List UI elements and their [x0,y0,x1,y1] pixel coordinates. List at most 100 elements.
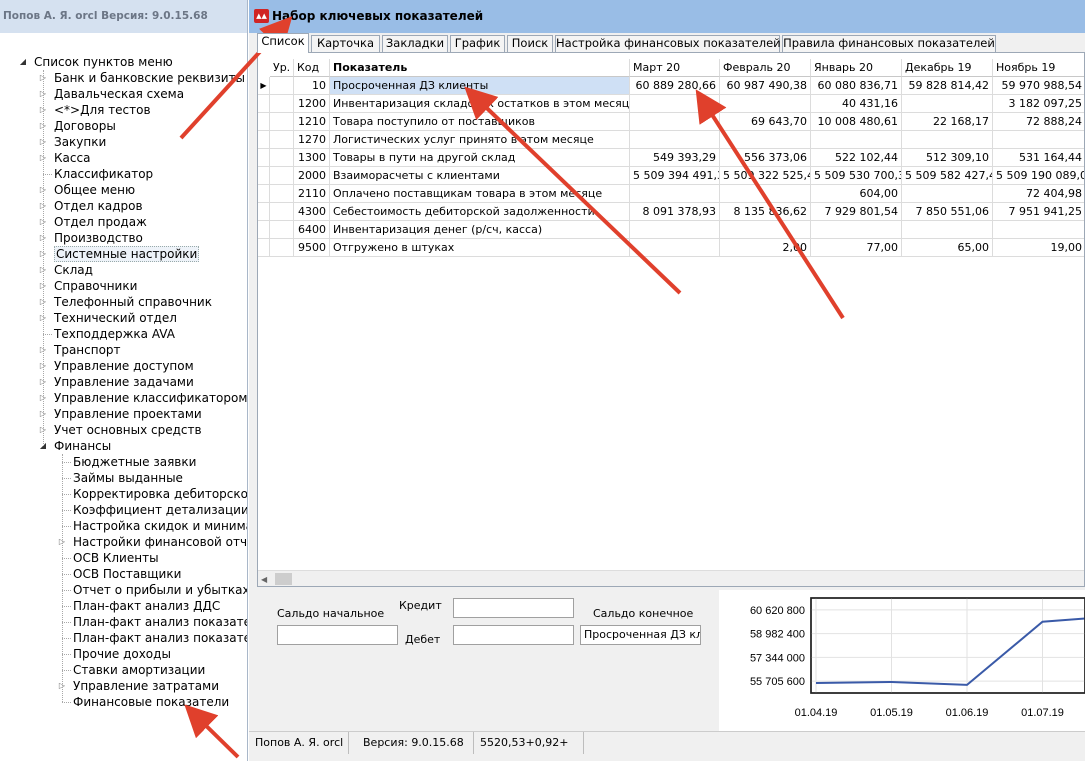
column-header-4[interactable]: Февраль 20 [720,59,811,77]
tree-item-l1-1[interactable]: ▷ Давальческая схема [0,86,247,102]
level-cell[interactable] [270,131,294,149]
tree-item-l2-15[interactable]: Финансовые показатели [0,694,247,710]
value-cell[interactable]: 522 102,44 [811,149,902,167]
value-cell[interactable]: 65,00 [902,239,993,257]
tree-item-l1-12[interactable]: ▷ Склад [0,262,247,278]
value-cell[interactable] [720,185,811,203]
value-cell[interactable]: 40 431,16 [811,95,902,113]
tree-item-l1-17[interactable]: ▷ Транспорт [0,342,247,358]
value-cell[interactable] [811,221,902,239]
value-cell[interactable]: 59 970 988,54 [993,77,1084,95]
value-cell[interactable]: 7 929 801,54 [811,203,902,221]
value-cell[interactable]: 7 951 941,25 [993,203,1084,221]
indicator-name-cell[interactable]: Логистических услуг принято в этом месяц… [330,131,630,149]
value-cell[interactable]: 5 509 582 427,40 [902,167,993,185]
level-cell[interactable] [270,95,294,113]
level-cell[interactable] [270,185,294,203]
value-cell[interactable] [630,185,720,203]
column-header-0[interactable]: Ур. [270,59,294,77]
tree-item-l2-1[interactable]: Займы выданные [0,470,247,486]
collapse-icon[interactable]: ◢ [19,54,27,70]
column-header-5[interactable]: Январь 20 [811,59,902,77]
credit-field[interactable] [453,598,574,618]
tree-item-l2-6[interactable]: ОСВ Клиенты [0,550,247,566]
value-cell[interactable] [630,221,720,239]
value-cell[interactable]: 72 404,98 [993,185,1084,203]
code-cell[interactable]: 9500 [294,239,330,257]
value-cell[interactable]: 72 888,24 [993,113,1084,131]
value-cell[interactable]: 604,00 [811,185,902,203]
value-cell[interactable] [720,221,811,239]
scroll-left-icon[interactable]: ◀ [261,571,267,586]
tree-item-l2-9[interactable]: План-факт анализ ДДС [0,598,247,614]
tree-item-l1-10[interactable]: ▷ Производство [0,230,247,246]
saldo-end-field[interactable]: Просроченная ДЗ клиенты [580,625,701,645]
table-row[interactable]: 1200 Инвентаризация складских остатков в … [258,95,1084,113]
value-cell[interactable]: 59 828 814,42 [902,77,993,95]
tree-item-l1-16[interactable]: Техподдержка AVA [0,326,247,342]
table-row[interactable]: ▶ 10 Просроченная ДЗ клиенты 60 889 280,66 6… [258,77,1084,95]
level-cell[interactable] [270,113,294,131]
value-cell[interactable] [720,131,811,149]
code-cell[interactable]: 1200 [294,95,330,113]
tree-item-l2-14[interactable]: ▷ Управление затратами [0,678,247,694]
tree-item-l2-11[interactable]: План-факт анализ показателей [0,630,247,646]
tree-item-l1-5[interactable]: ▷ Касса [0,150,247,166]
value-cell[interactable]: 22 168,17 [902,113,993,131]
indicator-name-cell[interactable]: Взаиморасчеты с клиентами [330,167,630,185]
code-cell[interactable]: 1210 [294,113,330,131]
tree-item-l2-2[interactable]: Корректировка дебиторской [0,486,247,502]
value-cell[interactable]: 512 309,10 [902,149,993,167]
tree-item-l2-4[interactable]: Настройка скидок и минимальных [0,518,247,534]
value-cell[interactable] [811,131,902,149]
code-cell[interactable]: 2110 [294,185,330,203]
table-row[interactable]: 2110 Оплачено поставщикам товара в этом м… [258,185,1084,203]
value-cell[interactable]: 60 987 490,38 [720,77,811,95]
column-header-2[interactable]: Показатель [330,59,630,77]
tree-item-l1-22[interactable]: ▷ Учет основных средств [0,422,247,438]
tab-2[interactable]: Закладки [382,35,448,52]
value-cell[interactable]: 8 135 836,62 [720,203,811,221]
indicator-name-cell[interactable]: Товары в пути на другой склад [330,149,630,167]
tab-6[interactable]: Правила финансовых показателей [782,35,996,52]
code-cell[interactable]: 1300 [294,149,330,167]
value-cell[interactable]: 5 509 394 491,34 [630,167,720,185]
table-row[interactable]: 4300 Себестоимость дебиторской задолженно… [258,203,1084,221]
tree-item-l2-10[interactable]: План-факт анализ показателей [0,614,247,630]
tree-item-l2-3[interactable]: Коэффициент детализации [0,502,247,518]
tree-item-l1-11[interactable]: ▷ Системные настройки [0,246,247,262]
value-cell[interactable] [902,221,993,239]
column-header-1[interactable]: Код [294,59,330,77]
value-cell[interactable] [630,131,720,149]
tab-0[interactable]: Список [257,33,309,53]
value-cell[interactable]: 3 182 097,25 [993,95,1084,113]
column-header-6[interactable]: Декабрь 19 [902,59,993,77]
level-cell[interactable] [270,221,294,239]
table-row[interactable]: 2000 Взаиморасчеты с клиентами 5 509 394 4… [258,167,1084,185]
tree-item-l1-3[interactable]: ▷ Договоры [0,118,247,134]
level-cell[interactable] [270,77,294,95]
value-cell[interactable]: 77,00 [811,239,902,257]
indicator-name-cell[interactable]: Отгружено в штуках [330,239,630,257]
tree-item-l1-15[interactable]: ▷ Технический отдел [0,310,247,326]
table-row[interactable]: 1300 Товары в пути на другой склад 549 393… [258,149,1084,167]
value-cell[interactable] [720,95,811,113]
value-cell[interactable] [993,131,1084,149]
level-cell[interactable] [270,203,294,221]
tree-item-l1-23[interactable]: ◢ Финансы [0,438,247,454]
code-cell[interactable]: 2000 [294,167,330,185]
value-cell[interactable]: 60 889 280,66 [630,77,720,95]
tree-item-l1-2[interactable]: ▷ <*>Для тестов [0,102,247,118]
tree-item-l1-8[interactable]: ▷ Отдел кадров [0,198,247,214]
scrollbar-thumb[interactable] [275,573,292,585]
tree-item-l1-13[interactable]: ▷ Справочники [0,278,247,294]
tree-item-l1-7[interactable]: ▷ Общее меню [0,182,247,198]
indicators-grid[interactable]: Ур. Код Показатель Март 20 Февраль 20 Январь … [257,52,1085,587]
indicator-name-cell[interactable]: Инвентаризация денег (р/сч, касса) [330,221,630,239]
tab-5[interactable]: Настройка финансовых показателей [555,35,781,52]
value-cell[interactable]: 5 509 322 525,46 [720,167,811,185]
horizontal-scrollbar[interactable]: ◀ [258,570,1084,586]
value-cell[interactable] [630,239,720,257]
level-cell[interactable] [270,239,294,257]
tree-item-l2-13[interactable]: Ставки амортизации [0,662,247,678]
